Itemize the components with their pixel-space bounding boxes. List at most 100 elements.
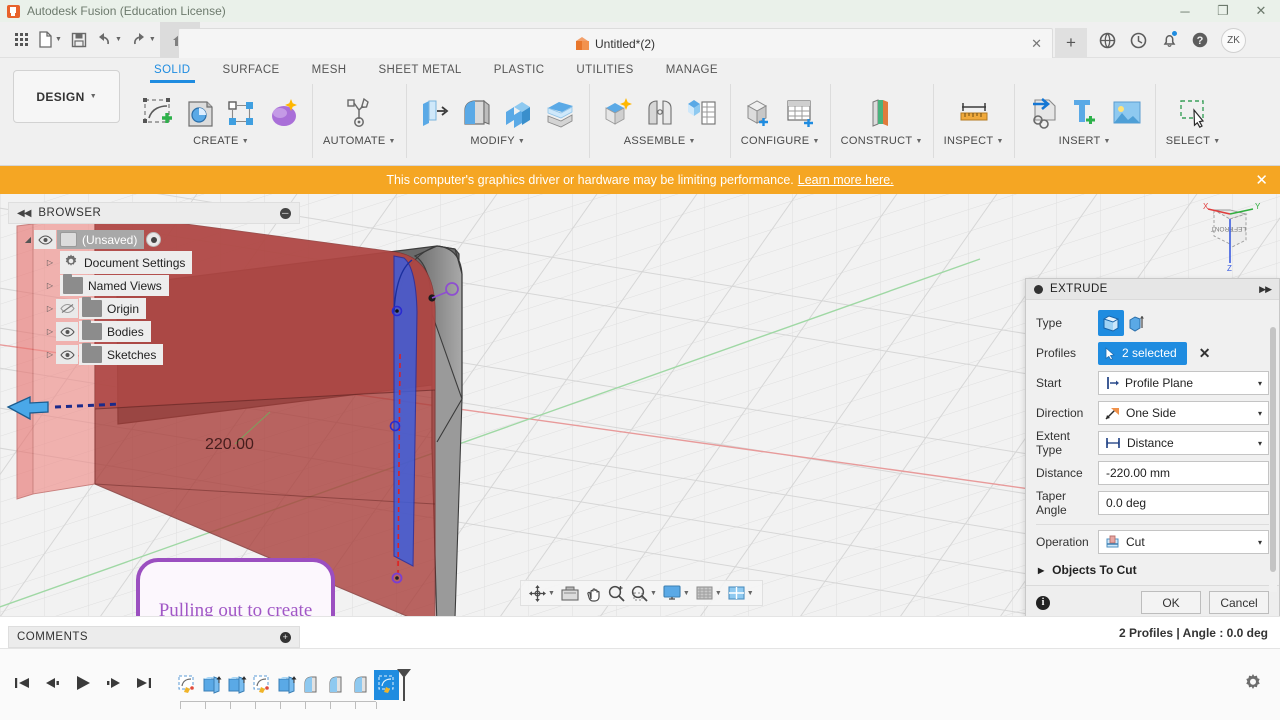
panel-label-automate[interactable]: AUTOMATE ▼ <box>323 135 396 147</box>
timeline-fillet-3[interactable] <box>349 670 374 700</box>
press-pull-icon[interactable] <box>417 94 453 134</box>
window-select-icon[interactable] <box>1175 94 1211 134</box>
go-to-end-button[interactable] <box>136 676 152 693</box>
extrude-profile-type-icon[interactable] <box>1098 310 1124 336</box>
tree-item-document-settings[interactable]: ▷ Document Settings <box>8 251 300 274</box>
fillet-icon[interactable] <box>459 94 495 134</box>
tree-item-sketches[interactable]: ▷ Sketches <box>8 343 300 366</box>
extrude-dialog-header[interactable]: EXTRUDE ▶▶ <box>1026 279 1279 300</box>
expand-arrow-icon[interactable]: ▷ <box>44 258 56 267</box>
tree-item-origin[interactable]: ▷ Origin <box>8 297 300 320</box>
eye-visible-icon[interactable] <box>34 230 56 249</box>
chevron-down-icon[interactable]: ▾ <box>1258 538 1262 547</box>
direction-dropdown[interactable]: One Side ▾ <box>1098 401 1269 425</box>
expand-arrow-icon[interactable]: ▷ <box>44 304 56 313</box>
insert-mcmaster-icon[interactable] <box>1067 94 1103 134</box>
panel-label-modify[interactable]: MODIFY ▼ <box>470 135 525 147</box>
profiles-selection-button[interactable]: 2 selected <box>1098 341 1187 365</box>
zoom-icon[interactable] <box>606 585 627 602</box>
tree-item-named-views[interactable]: ▷ Named Views <box>8 274 300 297</box>
chevron-down-icon[interactable]: ▾ <box>1258 379 1262 388</box>
configure-add-icon[interactable] <box>741 94 777 134</box>
tree-node-sketches[interactable]: Sketches <box>79 343 164 365</box>
collapse-dialog-icon[interactable] <box>1034 284 1043 294</box>
start-dropdown[interactable]: Profile Plane ▾ <box>1098 371 1269 395</box>
orbit-icon[interactable]: ▼ <box>527 584 557 602</box>
collapse-browser-icon[interactable]: ◀◀ <box>17 208 31 219</box>
insert-image-icon[interactable] <box>1109 94 1145 134</box>
timeline-extrude-2[interactable] <box>224 670 249 700</box>
eye-hidden-icon[interactable] <box>56 299 78 318</box>
undo-icon[interactable]: ▼ <box>92 25 126 55</box>
insert-derive-icon[interactable] <box>1025 94 1061 134</box>
banner-learn-more-link[interactable]: Learn more here. <box>798 173 894 187</box>
tab-solid[interactable]: SOLID <box>138 60 207 83</box>
construct-plane-icon[interactable] <box>864 94 900 134</box>
active-component-radio[interactable] <box>146 232 162 247</box>
tab-manage[interactable]: MANAGE <box>650 60 734 79</box>
new-document-icon[interactable]: ▼ <box>34 25 66 55</box>
timeline-extrude-1[interactable] <box>199 670 224 700</box>
chevron-down-icon[interactable]: ▾ <box>1258 439 1262 448</box>
redo-icon[interactable]: ▼ <box>126 25 160 55</box>
workspace-selector[interactable]: DESIGN ▼ <box>13 70 120 123</box>
grid-snaps-icon[interactable]: ▼ <box>694 586 724 601</box>
tab-mesh[interactable]: MESH <box>296 60 363 79</box>
pattern-icon[interactable] <box>224 94 260 134</box>
tree-node-document-settings[interactable]: Document Settings <box>60 251 193 274</box>
timeline-fillet-1[interactable] <box>299 670 324 700</box>
play-button[interactable] <box>75 675 91 694</box>
extrude-edge-type-icon[interactable] <box>1124 310 1150 336</box>
add-comment-icon[interactable]: + <box>280 631 291 643</box>
step-back-button[interactable] <box>44 676 61 693</box>
timeline-extrude-3[interactable] <box>274 670 299 700</box>
viewports-icon[interactable]: ▼ <box>726 585 756 601</box>
look-at-icon[interactable] <box>559 586 581 601</box>
step-forward-button[interactable] <box>105 676 122 693</box>
expand-triangle-icon[interactable]: ▶ <box>1038 566 1044 575</box>
objects-to-cut-section[interactable]: ▶ Objects To Cut <box>1036 557 1269 581</box>
panel-label-assemble[interactable]: ASSEMBLE ▼ <box>624 135 696 147</box>
recent-clock-icon[interactable] <box>1124 26 1152 54</box>
zoom-window-icon[interactable]: ▼ <box>629 585 659 602</box>
world-icon[interactable] <box>1093 26 1121 54</box>
shell-icon[interactable] <box>501 94 537 134</box>
new-tab-button[interactable]: + <box>1055 28 1087 58</box>
tree-node-named-views[interactable]: Named Views <box>60 274 169 296</box>
timeline-settings-gear-icon[interactable] <box>1242 672 1264 697</box>
user-avatar[interactable]: ZK <box>1221 27 1246 53</box>
tree-node-unsaved[interactable]: (Unsaved) <box>57 230 145 249</box>
tree-node-bodies[interactable]: Bodies <box>79 320 151 342</box>
taper-angle-input[interactable]: 0.0 deg <box>1098 491 1269 515</box>
expand-arrow-icon[interactable]: ▷ <box>44 281 56 290</box>
document-tab[interactable]: Untitled*(2) ✕ <box>178 28 1053 58</box>
eye-visible-icon[interactable] <box>56 322 78 341</box>
pan-icon[interactable] <box>583 585 604 602</box>
expand-arrow-icon[interactable]: ◢ <box>22 235 34 244</box>
timeline-fillet-2[interactable] <box>324 670 349 700</box>
tree-item-bodies[interactable]: ▷ Bodies <box>8 320 300 343</box>
joint-icon[interactable] <box>642 94 678 134</box>
tree-node-origin[interactable]: Origin <box>79 297 147 319</box>
maximize-window-button[interactable]: ❐ <box>1204 0 1242 22</box>
display-settings-icon[interactable]: ▼ <box>661 585 692 601</box>
panel-label-construct[interactable]: CONSTRUCT ▼ <box>841 135 923 147</box>
tab-surface[interactable]: SURFACE <box>207 60 296 79</box>
save-icon[interactable] <box>66 25 92 55</box>
measure-icon[interactable] <box>956 94 992 134</box>
tree-item-unsaved[interactable]: ◢ (Unsaved) <box>8 228 300 251</box>
banner-close-icon[interactable]: ✕ <box>1255 171 1268 189</box>
panel-label-insert[interactable]: INSERT ▼ <box>1059 135 1111 147</box>
timeline-sketch-2[interactable] <box>249 670 274 700</box>
panel-label-inspect[interactable]: INSPECT ▼ <box>944 135 1004 147</box>
tab-sheet-metal[interactable]: SHEET METAL <box>362 60 477 79</box>
tab-utilities[interactable]: UTILITIES <box>560 60 649 79</box>
operation-dropdown[interactable]: Cut ▾ <box>1098 530 1269 554</box>
view-cube[interactable]: FRONT LEFT X Y Z <box>1192 200 1268 274</box>
minimize-browser-icon[interactable]: ─ <box>280 207 291 219</box>
distance-input[interactable]: -220.00 mm <box>1098 461 1269 485</box>
info-icon[interactable]: i <box>1036 595 1050 610</box>
close-window-button[interactable]: ✕ <box>1242 0 1280 22</box>
extrude-scrollbar[interactable] <box>1269 327 1277 592</box>
clear-profiles-selection-icon[interactable]: ✕ <box>1199 345 1211 362</box>
